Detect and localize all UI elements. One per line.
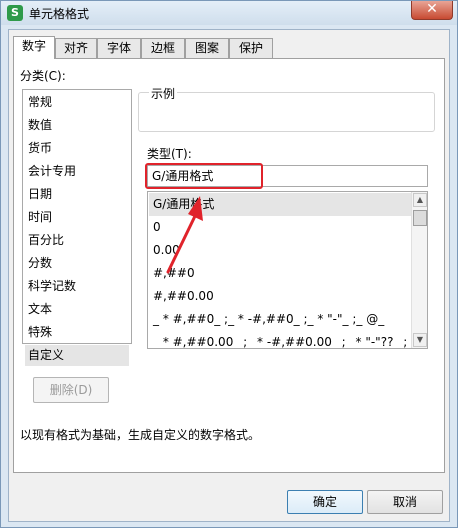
format-item[interactable]: #,##0 bbox=[149, 262, 412, 285]
sample-group: 示例 bbox=[138, 85, 435, 132]
category-item-scientific[interactable]: 科学记数 bbox=[25, 276, 129, 297]
category-item-accounting[interactable]: 会计专用 bbox=[25, 161, 129, 182]
number-tab-panel: 分类(C): 常规 数值 货币 会计专用 日期 时间 百分比 分数 科学记数 文… bbox=[13, 58, 445, 473]
format-item[interactable]: 0 bbox=[149, 216, 412, 239]
format-cells-dialog: S 单元格格式 ✕ 数字 对齐 字体 边框 图案 保护 分类(C): 常规 数值… bbox=[0, 0, 458, 528]
format-list[interactable]: G/通用格式 0 0.00 #,##0 #,##0.00 _ * #,##0_ … bbox=[147, 191, 428, 349]
tab-alignment[interactable]: 对齐 bbox=[55, 38, 97, 58]
format-item[interactable]: 0.00 bbox=[149, 239, 412, 262]
ok-button[interactable]: 确定 bbox=[287, 490, 363, 514]
format-list-scrollbar[interactable]: ▲ ▼ bbox=[411, 192, 427, 348]
cancel-button[interactable]: 取消 bbox=[367, 490, 443, 514]
annotation-highlight-box bbox=[145, 163, 263, 189]
category-item-date[interactable]: 日期 bbox=[25, 184, 129, 205]
category-item-text[interactable]: 文本 bbox=[25, 299, 129, 320]
category-list[interactable]: 常规 数值 货币 会计专用 日期 时间 百分比 分数 科学记数 文本 特殊 自定… bbox=[22, 89, 132, 366]
dialog-title: 单元格格式 bbox=[29, 7, 90, 21]
category-item-percentage[interactable]: 百分比 bbox=[25, 230, 129, 251]
tab-pattern[interactable]: 图案 bbox=[185, 38, 229, 58]
sample-label: 示例 bbox=[149, 85, 178, 102]
format-item[interactable]: _ * #,##0_ ;_ * -#,##0_ ;_ * "-"_ ;_ @_ bbox=[149, 308, 412, 331]
category-item-number[interactable]: 数值 bbox=[25, 115, 129, 136]
wps-app-icon: S bbox=[7, 5, 23, 21]
tab-protection[interactable]: 保护 bbox=[229, 38, 273, 58]
close-button[interactable]: ✕ bbox=[411, 1, 453, 20]
category-item-special[interactable]: 特殊 bbox=[25, 322, 129, 343]
format-item[interactable]: G/通用格式 bbox=[149, 193, 412, 216]
tab-border[interactable]: 边框 bbox=[141, 38, 185, 58]
format-item[interactable]: _ * #,##0.00_ ;_ * -#,##0.00_ ;_ * "-"??… bbox=[149, 331, 412, 348]
tab-number[interactable]: 数字 bbox=[13, 36, 55, 59]
scroll-thumb[interactable] bbox=[413, 210, 427, 226]
title-bar[interactable]: S 单元格格式 ✕ bbox=[1, 1, 457, 25]
category-item-custom[interactable]: 自定义 bbox=[25, 345, 129, 366]
scroll-up-icon[interactable]: ▲ bbox=[413, 193, 427, 207]
format-description: 以现有格式为基础，生成自定义的数字格式。 bbox=[20, 428, 261, 442]
close-icon: ✕ bbox=[426, 1, 438, 17]
category-item-fraction[interactable]: 分数 bbox=[25, 253, 129, 274]
category-item-general[interactable]: 常规 bbox=[25, 92, 129, 113]
dialog-body: 数字 对齐 字体 边框 图案 保护 分类(C): 常规 数值 货币 会计专用 日… bbox=[8, 29, 450, 522]
scroll-down-icon[interactable]: ▼ bbox=[413, 333, 427, 347]
category-item-currency[interactable]: 货币 bbox=[25, 138, 129, 159]
format-item[interactable]: #,##0.00 bbox=[149, 285, 412, 308]
type-label: 类型(T): bbox=[147, 147, 192, 161]
category-label: 分类(C): bbox=[20, 69, 66, 83]
category-item-time[interactable]: 时间 bbox=[25, 207, 129, 228]
tab-font[interactable]: 字体 bbox=[97, 38, 141, 58]
delete-button[interactable]: 删除(D) bbox=[33, 377, 109, 403]
